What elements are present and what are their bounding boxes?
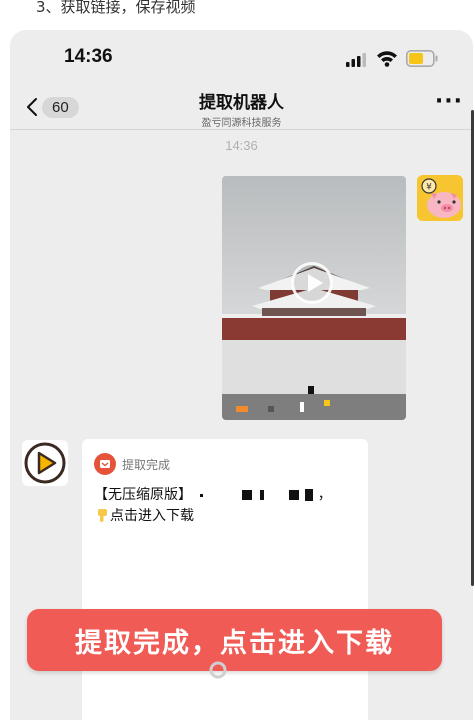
card-line-suffix: ， xyxy=(317,487,332,503)
status-time: 14:36 xyxy=(64,46,113,67)
chat-nav-bar: 60 提取机器人 盈亏同源科技服务 ··· xyxy=(10,85,473,129)
redacted-pixel xyxy=(288,490,299,500)
redacted-pixel xyxy=(260,490,265,500)
step-caption: 3、获取链接，保存视频 xyxy=(36,0,196,16)
play-icon[interactable] xyxy=(291,262,333,304)
redacted-pixel xyxy=(300,402,304,412)
redacted-pixel xyxy=(308,386,314,394)
redacted-pixel xyxy=(305,489,314,501)
wifi-icon xyxy=(376,50,398,71)
battery-icon xyxy=(406,50,438,71)
svg-text:¥: ¥ xyxy=(426,183,432,193)
chat-title: 提取机器人 xyxy=(199,93,284,113)
cellular-signal-icon xyxy=(346,52,368,71)
status-bar: 14:36 xyxy=(10,30,473,85)
bot-play-icon[interactable] xyxy=(22,440,68,486)
nav-divider xyxy=(10,129,473,130)
card-status-label: 提取完成 xyxy=(122,457,171,472)
scrollbar[interactable] xyxy=(471,110,474,586)
card-line-1: 【无压缩原版】 ， xyxy=(94,485,356,506)
pig-avatar-icon[interactable]: ¥ xyxy=(417,175,463,221)
watermark-logo-icon xyxy=(209,661,227,679)
video-message-thumbnail[interactable] xyxy=(222,176,406,420)
redacted-pixel xyxy=(241,490,252,500)
chat-subtitle: 盈亏同源科技服务 xyxy=(201,118,282,129)
redacted-pixel xyxy=(200,493,204,497)
redacted-pixel xyxy=(268,406,274,412)
message-timestamp: 14:36 xyxy=(225,138,258,153)
download-link-text: 点击进入下载 xyxy=(110,508,194,524)
more-dots-icon[interactable]: ··· xyxy=(435,89,463,114)
extract-complete-icon xyxy=(94,453,116,475)
card-line-prefix: 【无压缩原版】 xyxy=(94,487,192,503)
card-line-2[interactable]: 点击进入下载 xyxy=(94,506,356,527)
pointing-down-hand-icon xyxy=(98,509,107,522)
download-banner[interactable]: 提取完成，点击进入下载 xyxy=(27,609,442,671)
phone-screen: 14:36 60 提取机器人 盈亏同源科技服务 ··· 14:36 ¥ 提取完成… xyxy=(10,30,473,720)
